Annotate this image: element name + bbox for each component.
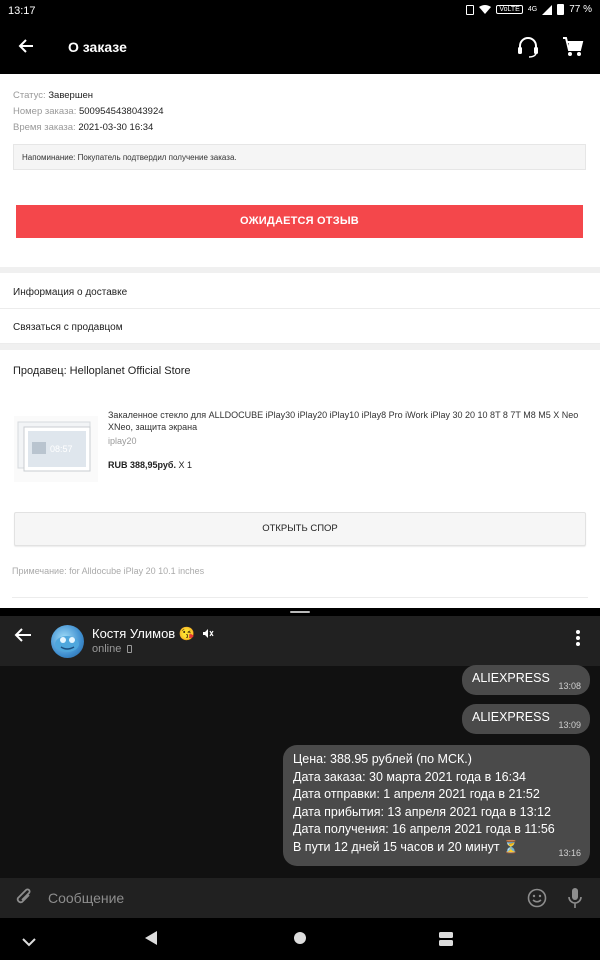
message-time: 13:16: [558, 847, 581, 858]
nav-back-icon[interactable]: [145, 931, 157, 950]
message-line: Дата получения: 16 апреля 2021 года в 11…: [293, 822, 555, 836]
contact-status: online: [92, 643, 133, 655]
chat-messages: ALIEXPRESS 13:08 ALIEXPRESS 13:09 Цена: …: [0, 665, 600, 878]
order-note: Примечание: for Alldocube iPlay 20 10.1 …: [12, 566, 205, 576]
product-sku: iplay20: [108, 436, 137, 446]
status-bar: 13:17 VoLTE 4G 77 %: [0, 0, 600, 22]
more-menu-icon[interactable]: [576, 630, 580, 646]
message-text: ALIEXPRESS: [472, 671, 550, 685]
order-time-label: Время заказа:: [13, 122, 76, 133]
awaiting-review-button[interactable]: ОЖИДАЕТСЯ ОТЗЫВ: [16, 205, 583, 238]
cart-icon[interactable]: [562, 36, 584, 63]
delivery-info-link[interactable]: Информация о доставке: [0, 275, 600, 309]
avatar[interactable]: [51, 625, 84, 658]
open-dispute-button[interactable]: ОТКРЫТЬ СПОР: [14, 512, 586, 546]
message-bubble[interactable]: ALIEXPRESS 13:09: [462, 704, 590, 734]
split-handle[interactable]: [290, 611, 310, 613]
order-number-row: Номер заказа: 5009545438043924: [13, 104, 587, 120]
product-title[interactable]: Закаленное стекло для ALLDOCUBE iPlay30 …: [108, 409, 588, 433]
message-line: В пути 12 дней 15 часов и 20 минут ⏳: [293, 839, 519, 854]
network-type: 4G: [527, 6, 538, 13]
message-line: Дата прибытия: 13 апреля 2021 года в 13:…: [293, 804, 551, 819]
muted-icon: [202, 629, 214, 638]
phone-device-icon: [127, 645, 133, 653]
nav-recents-icon[interactable]: [438, 931, 454, 952]
attach-paperclip-icon[interactable]: [15, 887, 33, 914]
contact-status-text: online: [92, 643, 122, 655]
order-details-panel: Статус: Завершен Номер заказа: 500954543…: [0, 74, 600, 608]
note-divider: [12, 597, 588, 598]
message-text: ALIEXPRESS: [472, 710, 550, 724]
nav-home-icon[interactable]: [293, 931, 307, 950]
contact-seller-link[interactable]: Связаться с продавцом: [0, 310, 600, 344]
reminder-notice: Напоминание: Покупатель подтвердил получ…: [13, 144, 586, 170]
status-icons: VoLTE 4G 77 %: [466, 4, 592, 15]
emoji-icon[interactable]: [527, 888, 547, 913]
product-thumbnail[interactable]: 08:57: [14, 416, 98, 482]
message-time: 13:09: [558, 720, 581, 730]
message-time: 13:08: [558, 681, 581, 691]
contact-name[interactable]: Костя Улимов 😘: [92, 626, 214, 642]
seller-name[interactable]: Продавец: Helloplanet Official Store: [13, 365, 191, 377]
order-number-label: Номер заказа:: [13, 106, 77, 117]
battery-level: 77 %: [569, 4, 592, 15]
battery-icon: [557, 4, 565, 15]
message-bubble[interactable]: Цена: 388.95 рублей (по МСК.) Дата заказ…: [283, 745, 590, 866]
status-label: Статус:: [13, 90, 46, 101]
order-number-value: 5009545438043924: [78, 106, 164, 117]
system-nav-bar: [0, 918, 600, 960]
order-status-row: Статус: Завершен: [13, 88, 587, 104]
message-input[interactable]: Сообщение: [48, 890, 124, 906]
contact-name-text: Костя Улимов 😘: [92, 626, 196, 641]
message-line: Дата заказа: 30 марта 2021 года в 16:34: [293, 769, 526, 784]
page-title: О заказе: [68, 39, 127, 55]
chat-back-arrow-icon[interactable]: [14, 626, 32, 649]
vibrate-icon: [466, 4, 475, 15]
order-summary-card: Статус: Завершен Номер заказа: 500954543…: [0, 74, 600, 238]
message-bubble[interactable]: ALIEXPRESS 13:08: [462, 665, 590, 695]
wifi-icon: [479, 4, 492, 14]
product-price-row: RUB 388,95руб. X 1: [108, 460, 192, 470]
nav-collapse-icon[interactable]: [22, 934, 36, 952]
signal-icon: [542, 4, 553, 15]
order-time-value: 2021-03-30 16:34: [78, 122, 154, 133]
message-line: Дата отправки: 1 апреля 2021 года в 21:5…: [293, 787, 540, 801]
chat-header: Костя Улимов 😘 online: [0, 616, 600, 666]
volte-badge: VoLTE: [496, 5, 523, 14]
back-arrow-icon[interactable]: [18, 34, 34, 60]
message-line: Цена: 388.95 рублей (по МСК.): [293, 752, 472, 766]
product-price: RUB 388,95руб.: [108, 460, 176, 470]
thumb-clock: 08:57: [50, 444, 73, 454]
split-screen-divider[interactable]: [0, 608, 600, 616]
message-composer: Сообщение: [0, 878, 600, 918]
support-headset-icon[interactable]: [516, 36, 540, 63]
section-divider: [0, 344, 600, 350]
order-time-row: Время заказа: 2021-03-30 16:34: [13, 120, 587, 136]
status-time: 13:17: [8, 5, 36, 17]
order-app-bar: О заказе: [0, 22, 600, 74]
status-value: Завершен: [48, 90, 93, 101]
product-qty: X 1: [178, 460, 193, 470]
section-divider: [0, 267, 600, 273]
microphone-icon[interactable]: [567, 887, 583, 914]
